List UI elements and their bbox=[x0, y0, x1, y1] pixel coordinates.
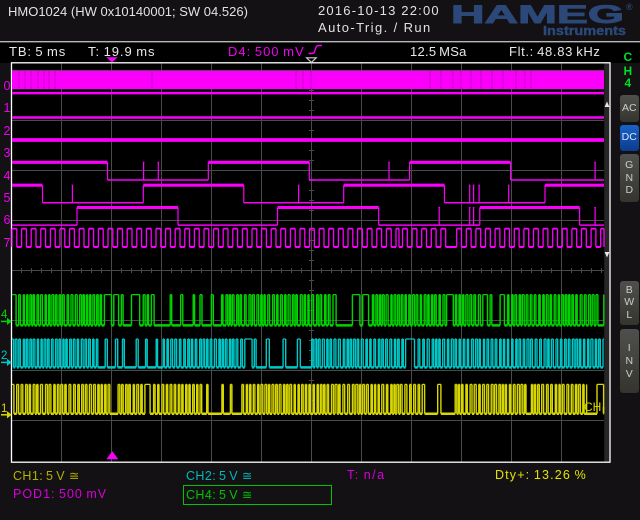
svg-text:®: ® bbox=[626, 2, 633, 12]
svg-text:Instruments: Instruments bbox=[543, 23, 626, 38]
